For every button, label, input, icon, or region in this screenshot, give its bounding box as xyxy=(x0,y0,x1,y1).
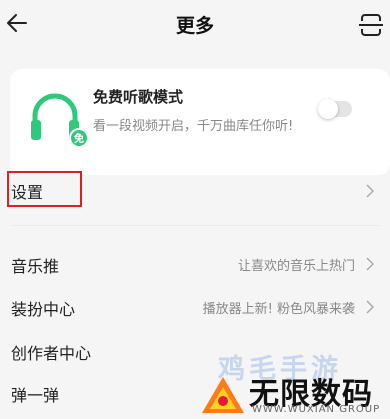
chevron-right-icon xyxy=(366,184,374,198)
menu-item-label: 创作者中心 xyxy=(11,344,92,363)
menu-item-label: 弹一弹 xyxy=(11,386,60,405)
divider xyxy=(10,225,380,226)
listening-mode-title: 免费听歌模式 xyxy=(93,88,184,106)
settings-highlight-box xyxy=(7,171,82,207)
watermark-logo-icon xyxy=(202,377,244,413)
free-badge: 免 xyxy=(74,132,84,145)
free-listening-card: 免 免费听歌模式 看一段视频开启，千万曲库任你听! xyxy=(10,69,390,175)
menu-item-value: 让喜欢的音乐上热门 xyxy=(237,259,355,274)
menu-item-dress-up-center[interactable]: 装扮中心 播放器上新! 粉色风暴来袭 xyxy=(0,287,390,327)
watermark-sub-text: WWW.WUXIAN GROUP xyxy=(252,404,381,415)
watermark: 鸡毛手游 无限数码 WWW.WUXIAN GROUP xyxy=(190,347,390,419)
listening-mode-description: 看一段视频开启，千万曲库任你听! xyxy=(93,119,294,134)
chevron-right-icon xyxy=(366,257,374,271)
headphones-free-icon: 免 xyxy=(31,93,89,148)
top-bar: 更多 xyxy=(0,0,390,50)
menu-item-value: 播放器上新! 粉色风暴来袭 xyxy=(202,302,355,317)
toggle-knob xyxy=(318,99,338,119)
menu-item-label: 音乐推 xyxy=(11,257,60,276)
menu-item-label: 装扮中心 xyxy=(11,300,76,319)
page-title: 更多 xyxy=(175,15,214,37)
scan-icon[interactable] xyxy=(357,11,385,39)
menu-item-music-push[interactable]: 音乐推 让喜欢的音乐上热门 xyxy=(0,244,390,284)
chevron-right-icon xyxy=(366,300,374,314)
listening-mode-toggle[interactable] xyxy=(318,99,352,119)
